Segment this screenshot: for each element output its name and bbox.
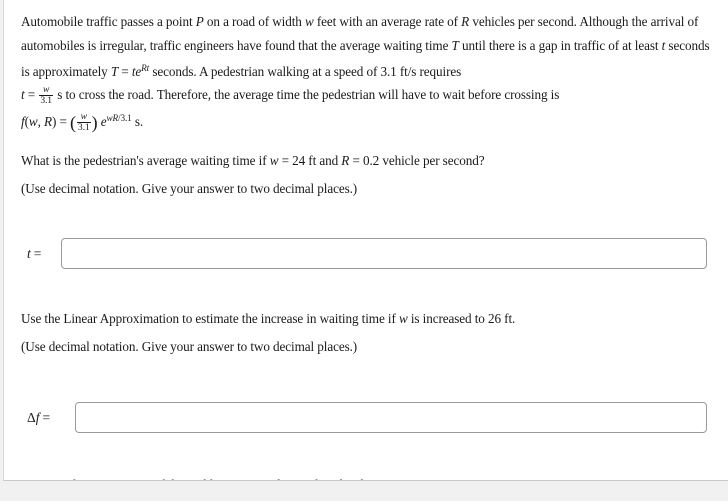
variable-w: w (304, 14, 314, 29)
variable-T-formula: T (110, 63, 119, 79)
problem-text-5: until there is a gap in traffic of at le… (458, 37, 662, 53)
formula-line-f: f(w, R) = (w 3.1) ewR/3.1 s. (21, 107, 718, 133)
formula-units: s. (131, 113, 144, 129)
answer-row-t: t = (21, 238, 718, 270)
problem-text-7: seconds. A pedestrian walking at a speed… (149, 63, 462, 79)
fraction-w-over-3.1-b: w 3.1 (76, 111, 91, 133)
question-page: Automobile traffic passes a point P on a… (3, 0, 728, 481)
problem-text-1: Automobile traffic passes a point (21, 14, 196, 29)
variable-R: R (461, 14, 470, 29)
question-2-part-b: is increased to 26 ft. (407, 311, 516, 327)
variable-T: T (451, 37, 459, 53)
fraction-w-over-3.1: w 3.1 (39, 85, 54, 107)
problem-text-3: feet with an average rate of (313, 14, 462, 29)
question-1-note: (Use decimal notation. Give your answer … (21, 180, 358, 196)
question-3-part-b: decreases to 0.19. (354, 477, 449, 480)
equals-sign-2: = (24, 87, 39, 103)
problem-text-2: on a road of width (203, 14, 305, 29)
problem-statement: Automobile traffic passes a point P on a… (21, 10, 718, 83)
question-2-var-w: w (398, 311, 408, 327)
arg-R: R (43, 113, 52, 129)
question-3-text: Estimate the waiting time if the width i… (21, 473, 718, 480)
exponent-divisor: /3.1 (118, 112, 132, 123)
exponent-Rt: Rt (141, 63, 150, 73)
question-1-part-a: What is the pedestrian's average waiting… (21, 153, 270, 169)
question-1-part-c: = 0.2 vehicle per second? (349, 153, 485, 169)
big-paren-close: ) (91, 112, 98, 133)
exponent-wR-over-3.1: wR/3.1 (106, 113, 131, 123)
equals-sign-3: = (56, 113, 70, 129)
fraction-numerator-b: w (76, 111, 91, 123)
formula-line-t: t = w 3.1 s to cross the road. Therefore,… (21, 83, 718, 107)
question-3-var-R: R (346, 477, 354, 480)
question-2-text: Use the Linear Approximation to estimate… (21, 307, 718, 331)
fraction-denominator-b: 3.1 (77, 121, 90, 133)
answer-input-delta-f[interactable] (75, 402, 707, 434)
answer-label-t: t = (21, 246, 61, 262)
problem-text-8: s to cross the road. Therefore, the aver… (54, 87, 560, 103)
question-2-note: (Use decimal notation. Give your answer … (21, 338, 358, 354)
page-content: Automobile traffic passes a point P on a… (4, 0, 728, 480)
question-1-part-b: = 24 ft and (278, 153, 342, 169)
answer-label-t-equals: = (33, 245, 42, 261)
answer-label-delta: Δ (27, 409, 36, 425)
big-paren-open: ( (69, 112, 76, 133)
answer-row-delta-f: Δf = (21, 402, 718, 434)
equals-sign-1: = (118, 63, 132, 79)
arg-w: w (28, 113, 38, 129)
answer-input-t[interactable] (61, 238, 707, 270)
question-2-part-a: Use the Linear Approximation to estimate… (21, 311, 399, 327)
variable-P: P (195, 14, 204, 29)
question-1-text: What is the pedestrian's average waiting… (21, 149, 718, 173)
question-3-part-a: Estimate the waiting time if the width i… (21, 477, 346, 480)
expression-te: te (131, 63, 142, 79)
fraction-denominator: 3.1 (40, 95, 53, 107)
answer-label-delta-f: Δf = (21, 410, 75, 426)
answer-label-f-equals: = (42, 409, 51, 425)
